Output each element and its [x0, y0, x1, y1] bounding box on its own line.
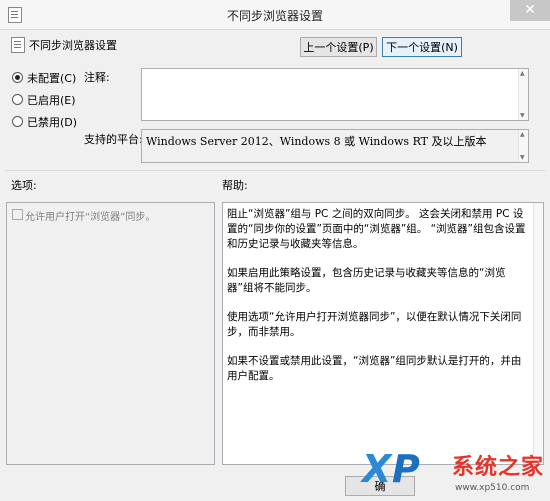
- help-paragraph: 如果启用此策略设置，包含历史记录与收藏夹等信息的“浏览器”组将不能同步。: [227, 267, 506, 294]
- platform-scrollbar[interactable]: [518, 130, 528, 162]
- radio-enabled[interactable]: 已启用(E): [12, 94, 122, 108]
- allow-browser-sync-label: 允许用户打开“浏览器”同步。: [25, 212, 156, 223]
- title-bar: 不同步浏览器设置 ✕: [0, 0, 550, 30]
- supported-platform-label: 支持的平台:: [84, 133, 143, 146]
- radio-disabled[interactable]: 已禁用(D): [12, 116, 122, 130]
- radio-indicator[interactable]: [12, 94, 23, 105]
- watermark-letter-p: P: [392, 447, 420, 491]
- help-paragraph: 使用选项“允许用户打开浏览器同步”，以便在默认情况下关闭同步，而非禁用。: [227, 311, 522, 338]
- next-setting-button[interactable]: 下一个设置(N): [382, 37, 462, 57]
- divider: [5, 170, 545, 171]
- supported-platform-value: Windows Server 2012、Windows 8 或 Windows …: [141, 129, 529, 163]
- comment-textarea[interactable]: [141, 68, 529, 121]
- platform-scrollbar-track[interactable]: [518, 130, 528, 162]
- help-section-label: 帮助:: [222, 179, 248, 192]
- watermark-logo: X P 系统之家 www.xp510.com: [350, 445, 550, 501]
- options-pane: 允许用户打开“浏览器”同步。: [6, 202, 215, 465]
- options-section-label: 选项:: [11, 179, 37, 192]
- policy-setting-icon: [11, 37, 25, 53]
- radio-label: 未配置(C): [27, 72, 77, 85]
- comment-scrollbar-track[interactable]: [518, 69, 528, 120]
- previous-setting-button[interactable]: 上一个设置(P): [300, 37, 377, 57]
- radio-indicator[interactable]: [12, 72, 23, 83]
- radio-label: 已启用(E): [27, 94, 76, 107]
- radio-label: 已禁用(D): [27, 116, 78, 129]
- comment-scrollbar[interactable]: [518, 69, 528, 120]
- radio-indicator[interactable]: [12, 116, 23, 127]
- window-title: 不同步浏览器设置: [226, 9, 323, 23]
- help-paragraph: 如果不设置或禁用此设置，“浏览器”组同步默认是打开的，并由用户配置。: [227, 355, 522, 382]
- help-pane: 阻止“浏览器”组与 PC 之间的双向同步。 这会关闭和禁用 PC 设置的“同步你…: [222, 202, 544, 465]
- help-scrollbar[interactable]: [533, 203, 543, 464]
- policy-title: 不同步浏览器设置: [29, 39, 117, 52]
- close-button[interactable]: ✕: [510, 0, 550, 21]
- allow-browser-sync-checkbox[interactable]: [12, 209, 23, 220]
- comment-label: 注释:: [84, 71, 110, 84]
- watermark-brand: 系统之家: [452, 455, 545, 480]
- watermark-letter-x: X: [362, 447, 392, 491]
- help-paragraph: 阻止“浏览器”组与 PC 之间的双向同步。 这会关闭和禁用 PC 设置的“同步你…: [227, 208, 526, 250]
- watermark-url: www.xp510.com: [455, 483, 530, 493]
